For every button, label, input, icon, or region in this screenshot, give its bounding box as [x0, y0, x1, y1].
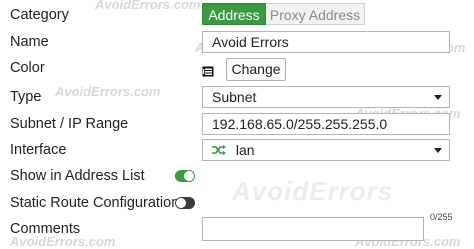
show-in-address-list-label: Show in Address List — [10, 168, 145, 184]
color-swatch-icon — [202, 64, 214, 82]
subnet-input[interactable]: 192.168.65.0/255.255.255.0 — [202, 113, 450, 135]
watermark-text: AvoidErrors.com — [95, 0, 201, 12]
type-select-value: Subnet — [212, 89, 257, 105]
interface-select[interactable]: lan — [202, 139, 450, 161]
toggle-knob — [184, 171, 194, 181]
color-label: Color — [10, 60, 45, 76]
chevron-down-icon — [434, 148, 442, 153]
show-in-address-list-toggle[interactable] — [175, 170, 195, 182]
comments-textarea[interactable] — [202, 217, 424, 241]
watermark-text: AvoidErrors.com — [55, 84, 161, 99]
static-route-toggle[interactable] — [175, 197, 195, 209]
subnet-label: Subnet / IP Range — [10, 116, 129, 132]
category-option-proxy-address[interactable]: Proxy Address — [266, 3, 365, 25]
name-label: Name — [10, 34, 49, 50]
category-label: Category — [10, 7, 69, 23]
toggle-knob — [176, 198, 186, 208]
interface-label: Interface — [10, 142, 67, 158]
static-route-label: Static Route Configuration — [10, 195, 180, 211]
comments-label: Comments — [10, 221, 81, 237]
name-input[interactable]: Avoid Errors — [202, 31, 450, 53]
comments-char-counter: 0/255 — [430, 212, 453, 222]
watermark-large: AvoidErrors — [232, 176, 394, 206]
change-color-button[interactable]: Change — [226, 58, 286, 81]
chevron-down-icon — [434, 95, 442, 100]
category-option-address[interactable]: Address — [202, 3, 266, 25]
type-select[interactable]: Subnet — [202, 86, 450, 108]
interface-select-value: lan — [235, 142, 255, 158]
type-label: Type — [10, 89, 42, 105]
shuffle-icon — [212, 140, 226, 160]
